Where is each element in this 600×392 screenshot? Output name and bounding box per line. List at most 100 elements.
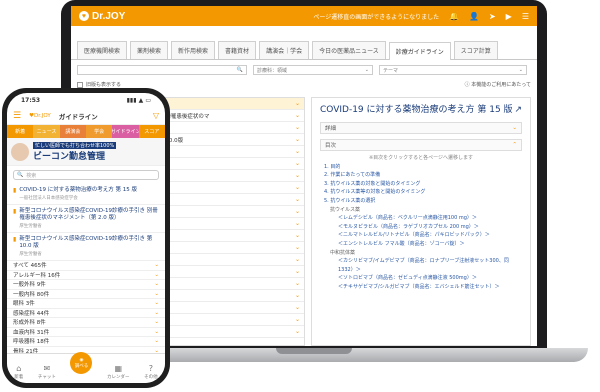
section-details[interactable]: 詳細 ⌄ xyxy=(320,122,522,134)
phone-tab[interactable]: ニュース xyxy=(33,125,60,138)
search-input[interactable]: 🔍 検索 xyxy=(13,170,159,180)
bell-icon[interactable]: 🔔 xyxy=(449,12,459,21)
nav-label: その他 xyxy=(144,375,158,380)
toc-item[interactable]: ＜モルヌピラビル（商品名：ラゲブリオカプセル 200 mg）＞ xyxy=(324,223,518,232)
status-icons: ▮▮▮ ▲ ▭ xyxy=(126,96,151,104)
section-toc[interactable]: 目次 ⌃ xyxy=(320,139,522,151)
chevron-down-icon: ⌄ xyxy=(294,196,300,203)
ad-banner[interactable]: 忙しい医師でも打ち合わせ率100% ビーコン勤怠管理 xyxy=(7,138,165,166)
category-name: 感染症科 xyxy=(13,310,37,317)
item-source: 厚生労働省 xyxy=(19,224,42,229)
toc-item[interactable]: 2. 作業にあたっての準備 xyxy=(324,171,518,180)
category-name: 血液内科 xyxy=(13,329,37,336)
list-item[interactable]: ▮ 新型コロナウイルス感染症COVID-19診療の手引き 別冊罹患後症状のマネジメ… xyxy=(7,205,165,233)
filter-icon[interactable]: ▽ xyxy=(153,111,159,120)
search-icon: 🔍 xyxy=(236,67,243,73)
chevron-down-icon: ⌄ xyxy=(154,309,159,316)
category-name: すべて xyxy=(13,263,31,270)
category-name: 形成外科 xyxy=(13,320,37,327)
list-item[interactable]: ▮ COVID-19 に対する薬物治療の考え方 第 15 版一般社団法人日本感染症… xyxy=(7,184,165,205)
chevron-down-icon: ⌄ xyxy=(154,271,159,278)
category-count: 3件 xyxy=(25,301,35,308)
guideline-items: ▮ COVID-19 に対する薬物治療の考え方 第 15 版一般社団法人日本感染症… xyxy=(7,184,165,261)
toc-item: 中和抗体薬 xyxy=(330,249,356,256)
chevron-down-icon: ⌄ xyxy=(294,184,300,191)
toc-item[interactable]: ＜ニルマトレルビル/リトナビル（商品名：パキロビッドパック）＞ xyxy=(324,231,518,240)
nav-item[interactable]: ⌂ 新着 xyxy=(14,364,23,380)
item-title: 新型コロナウイルス感染症COVID-19診療の手引き 第10.0 版 xyxy=(19,236,153,249)
category-row[interactable]: 呼吸器科 18件 ⌄ xyxy=(7,337,165,347)
app-logo[interactable]: ♥ Dr.JOY xyxy=(79,11,125,22)
category-row[interactable]: 形成外科 8件 ⌄ xyxy=(7,318,165,328)
tab-news[interactable]: 今日の医薬品ニュース xyxy=(312,41,386,59)
theme-select[interactable]: テーマ ⌄ xyxy=(379,65,527,75)
main-tabs: 医療機関検索 薬剤検索 新作用検索 書籍資材 講演会｜学会 今日の医薬品ニュース… xyxy=(71,26,537,60)
category-label: 感染症科 44件 xyxy=(13,309,49,317)
department-select[interactable]: 診療科：領域 ⌄ xyxy=(253,65,373,75)
category-row[interactable]: 眼科 3件 ⌄ xyxy=(7,299,165,309)
search-input[interactable]: 🔍 xyxy=(77,65,247,75)
tab-guidelines[interactable]: 診療ガイドライン xyxy=(388,42,451,60)
phone-tab[interactable]: 新着 xyxy=(7,125,34,138)
chevron-down-icon: ⌄ xyxy=(294,268,300,275)
send-icon[interactable]: ➤ xyxy=(489,12,496,21)
nav-item[interactable]: ? その他 xyxy=(144,364,158,380)
hamburger-icon[interactable]: ☰ xyxy=(13,111,21,121)
toc-item[interactable]: ＜ソトロビマブ（商品名：ゼビュディ点滴静注液 500mg）＞ xyxy=(324,274,518,283)
toc-item[interactable]: ＜カシリビマブ/イムデビマブ（商品名：ロナプリーブ注射液セット300、同1332… xyxy=(324,257,518,274)
toc-item[interactable]: 3. 抗ウイルス薬の対象と開始のタイミング xyxy=(324,180,518,189)
search-fab[interactable]: ◉ 調べる xyxy=(70,352,93,374)
phone-tabs: 新着 ニュース 講演会 学会 ガイドライン スコア xyxy=(7,125,165,138)
category-name: 一般内科 xyxy=(13,291,37,298)
book-icon: ▮ xyxy=(13,187,17,194)
category-row[interactable]: アレルギー科 16件 ⌄ xyxy=(7,271,165,280)
phone-tab[interactable]: ガイドライン xyxy=(112,125,139,138)
tab-books[interactable]: 書籍資材 xyxy=(218,41,257,59)
tab-lectures[interactable]: 講演会｜学会 xyxy=(259,41,310,59)
laptop-notch xyxy=(276,348,352,354)
phone-tab[interactable]: スコア xyxy=(138,125,165,138)
toc-item[interactable]: 1. 目的 xyxy=(324,163,518,172)
usage-link[interactable]: ⓘ 本機能のご利用にあたって xyxy=(465,81,531,88)
notice-text: ページ遷移直の画面ができるようになりました xyxy=(313,13,440,21)
item-source: 一般社団法人日本感染症学会 xyxy=(19,196,78,201)
category-count: 16件 xyxy=(47,272,61,279)
nav-item[interactable]: ✉ チャット xyxy=(38,364,56,380)
external-link-icon[interactable]: ↗ xyxy=(514,104,522,117)
old-version-checkbox[interactable] xyxy=(77,81,83,88)
tab-hospital-search[interactable]: 医療機関検索 xyxy=(77,41,128,59)
video-icon[interactable]: ▶ xyxy=(506,12,512,21)
tab-score[interactable]: スコア計算 xyxy=(453,41,498,59)
nav-icon: ⌂ xyxy=(16,364,22,373)
toc-item[interactable]: ＜チキサゲビマブ/シルガビマブ（商品名：エバシェルド筋注セット）＞ xyxy=(324,283,518,292)
toc-item[interactable]: 4. 抗ウイルス薬等の対象と開始のタイミング xyxy=(324,188,518,197)
phone-tab[interactable]: 学会 xyxy=(85,125,113,138)
nav-item[interactable]: ▦ カレンダー xyxy=(107,364,130,380)
phone-screen: 17:53 ▮▮▮ ▲ ▭ ☰ ♥Dr.JOY ガイドライン ▽ 新着 ニュース 講演… xyxy=(7,93,165,383)
phone-tab[interactable]: 講演会 xyxy=(59,125,86,138)
chevron-down-icon: ⌄ xyxy=(154,319,159,326)
toc-item[interactable]: ＜レムデシビル（商品名：ベクルリー点滴静注用100 mg）＞ xyxy=(324,214,518,223)
phone-frame: 17:53 ▮▮▮ ▲ ▭ ☰ ♥Dr.JOY ガイドライン ▽ 新着 ニュース 講演… xyxy=(2,88,170,388)
category-count: 8件 xyxy=(36,320,46,327)
list-item[interactable]: ▮ 新型コロナウイルス感染症COVID-19診療の手引き 第10.0 版厚生労働省 xyxy=(7,233,165,261)
category-row[interactable]: 感染症科 44件 ⌄ xyxy=(7,309,165,318)
tab-new-action-search[interactable]: 新作用検索 xyxy=(171,41,216,59)
nav-label: カレンダー xyxy=(107,375,130,380)
chevron-down-icon: ⌄ xyxy=(364,67,369,73)
chevron-down-icon: ⌄ xyxy=(294,292,300,299)
category-row[interactable]: 血液内科 31件 ⌄ xyxy=(7,328,165,337)
person-icon[interactable]: 👤 xyxy=(469,12,479,21)
banner-small-text: 忙しい医師でも打ち合わせ率100% xyxy=(33,141,117,149)
category-row[interactable]: すべて 465件 ⌄ xyxy=(7,261,165,271)
logo-mark-icon: ♥ xyxy=(79,11,89,21)
stage: ♥ Dr.JOY ページ遷移直の画面ができるようになりました 🔔 👤 ➤ ▶ ☰ … xyxy=(0,0,600,392)
category-row[interactable]: 一般外科 9件 ⌄ xyxy=(7,280,165,290)
tab-drug-search[interactable]: 薬剤検索 xyxy=(130,41,169,59)
chevron-up-icon: ⌃ xyxy=(512,142,517,148)
page-title: ガイドライン xyxy=(58,112,98,121)
category-row[interactable]: 一般内科 80件 ⌄ xyxy=(7,290,165,299)
toc-item[interactable]: 5. 抗ウイルス薬の選択 xyxy=(324,197,518,206)
menu-icon[interactable]: ☰ xyxy=(522,12,529,21)
toc-item[interactable]: ＜エンシトレルビル フマル酸（商品名：ゾコーバ錠）＞ xyxy=(324,240,518,249)
